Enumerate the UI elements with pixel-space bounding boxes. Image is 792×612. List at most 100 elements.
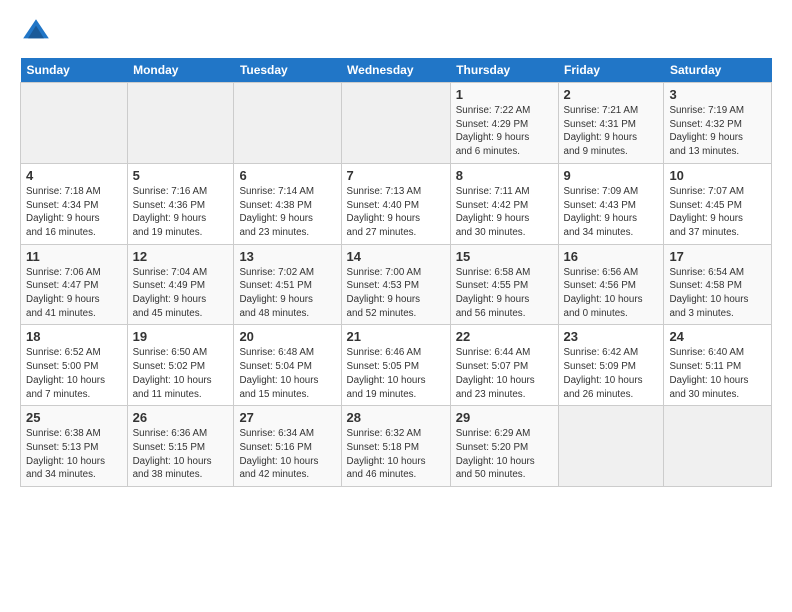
day-number: 3 [669,87,766,102]
day-info: Sunrise: 6:54 AMSunset: 4:58 PMDaylight:… [669,266,766,321]
day-info: Sunrise: 7:02 AMSunset: 4:51 PMDaylight:… [239,266,335,321]
calendar-cell: 16Sunrise: 6:56 AMSunset: 4:56 PMDayligh… [558,244,664,325]
weekday-header-friday: Friday [558,58,664,83]
day-info: Sunrise: 7:16 AMSunset: 4:36 PMDaylight:… [133,185,229,240]
calendar-week-row: 11 Sunrise: 7:06 AMSunset: 4:47 PMDayligh… [21,244,772,325]
calendar-cell: 3 Sunrise: 7:19 AMSunset: 4:32 PMDaylight… [664,83,772,164]
day-info: Sunrise: 6:50 AMSunset: 5:02 PMDaylight:… [133,346,229,401]
day-number: 24 [669,329,766,344]
calendar-cell [558,406,664,487]
logo [20,16,56,48]
logo-icon [20,16,52,48]
calendar-table: SundayMondayTuesdayWednesdayThursdayFrid… [20,58,772,487]
day-number: 21 [347,329,445,344]
day-info: Sunrise: 7:13 AMSunset: 4:40 PMDaylight:… [347,185,445,240]
day-number: 17 [669,249,766,264]
day-number: 26 [133,410,229,425]
day-number: 16 [564,249,659,264]
calendar-cell: 15 Sunrise: 6:58 AMSunset: 4:55 PMDayligh… [450,244,558,325]
calendar-cell [127,83,234,164]
day-number: 15 [456,249,553,264]
calendar-cell: 18Sunrise: 6:52 AMSunset: 5:00 PMDayligh… [21,325,128,406]
day-info: Sunrise: 7:09 AMSunset: 4:43 PMDaylight:… [564,185,659,240]
calendar-cell: 13 Sunrise: 7:02 AMSunset: 4:51 PMDayligh… [234,244,341,325]
calendar-cell: 24 Sunrise: 6:40 AMSunset: 5:11 PMDayligh… [664,325,772,406]
calendar-cell: 20 Sunrise: 6:48 AMSunset: 5:04 PMDayligh… [234,325,341,406]
day-number: 22 [456,329,553,344]
day-number: 6 [239,168,335,183]
calendar-cell: 8 Sunrise: 7:11 AMSunset: 4:42 PMDaylight… [450,163,558,244]
day-info: Sunrise: 6:40 AMSunset: 5:11 PMDaylight:… [669,346,766,401]
day-number: 12 [133,249,229,264]
calendar-week-row: 18Sunrise: 6:52 AMSunset: 5:00 PMDayligh… [21,325,772,406]
day-info: Sunrise: 6:32 AMSunset: 5:18 PMDaylight:… [347,427,445,482]
calendar-cell: 27 Sunrise: 6:34 AMSunset: 5:16 PMDayligh… [234,406,341,487]
day-info: Sunrise: 6:38 AMSunset: 5:13 PMDaylight:… [26,427,122,482]
calendar-cell: 25 Sunrise: 6:38 AMSunset: 5:13 PMDayligh… [21,406,128,487]
day-number: 2 [564,87,659,102]
day-number: 10 [669,168,766,183]
day-number: 20 [239,329,335,344]
day-number: 8 [456,168,553,183]
day-number: 29 [456,410,553,425]
day-info: Sunrise: 7:06 AMSunset: 4:47 PMDaylight:… [26,266,122,321]
calendar-cell [21,83,128,164]
day-info: Sunrise: 7:07 AMSunset: 4:45 PMDaylight:… [669,185,766,240]
weekday-header-tuesday: Tuesday [234,58,341,83]
day-number: 19 [133,329,229,344]
day-info: Sunrise: 7:18 AMSunset: 4:34 PMDaylight:… [26,185,122,240]
day-info: Sunrise: 6:48 AMSunset: 5:04 PMDaylight:… [239,346,335,401]
day-info: Sunrise: 6:34 AMSunset: 5:16 PMDaylight:… [239,427,335,482]
calendar-week-row: 25 Sunrise: 6:38 AMSunset: 5:13 PMDayligh… [21,406,772,487]
calendar-cell: 1 Sunrise: 7:22 AMSunset: 4:29 PMDaylight… [450,83,558,164]
day-info: Sunrise: 6:52 AMSunset: 5:00 PMDaylight:… [26,346,122,401]
calendar-cell: 28 Sunrise: 6:32 AMSunset: 5:18 PMDayligh… [341,406,450,487]
calendar-week-row: 4 Sunrise: 7:18 AMSunset: 4:34 PMDaylight… [21,163,772,244]
day-number: 1 [456,87,553,102]
day-info: Sunrise: 7:22 AMSunset: 4:29 PMDaylight:… [456,104,553,159]
weekday-header-thursday: Thursday [450,58,558,83]
day-number: 9 [564,168,659,183]
day-info: Sunrise: 7:00 AMSunset: 4:53 PMDaylight:… [347,266,445,321]
calendar-cell: 11 Sunrise: 7:06 AMSunset: 4:47 PMDayligh… [21,244,128,325]
day-info: Sunrise: 6:46 AMSunset: 5:05 PMDaylight:… [347,346,445,401]
day-number: 7 [347,168,445,183]
day-info: Sunrise: 6:36 AMSunset: 5:15 PMDaylight:… [133,427,229,482]
calendar-week-row: 1 Sunrise: 7:22 AMSunset: 4:29 PMDaylight… [21,83,772,164]
weekday-header-row: SundayMondayTuesdayWednesdayThursdayFrid… [21,58,772,83]
calendar-cell: 29 Sunrise: 6:29 AMSunset: 5:20 PMDayligh… [450,406,558,487]
calendar-cell: 5 Sunrise: 7:16 AMSunset: 4:36 PMDaylight… [127,163,234,244]
day-number: 13 [239,249,335,264]
weekday-header-wednesday: Wednesday [341,58,450,83]
calendar-cell: 10 Sunrise: 7:07 AMSunset: 4:45 PMDayligh… [664,163,772,244]
day-info: Sunrise: 7:21 AMSunset: 4:31 PMDaylight:… [564,104,659,159]
calendar-cell: 14Sunrise: 7:00 AMSunset: 4:53 PMDayligh… [341,244,450,325]
calendar-cell: 23 Sunrise: 6:42 AMSunset: 5:09 PMDayligh… [558,325,664,406]
calendar-cell: 6 Sunrise: 7:14 AMSunset: 4:38 PMDaylight… [234,163,341,244]
weekday-header-monday: Monday [127,58,234,83]
header [20,16,772,48]
day-number: 23 [564,329,659,344]
day-number: 25 [26,410,122,425]
calendar-cell [234,83,341,164]
day-number: 28 [347,410,445,425]
calendar-cell: 12 Sunrise: 7:04 AMSunset: 4:49 PMDayligh… [127,244,234,325]
weekday-header-sunday: Sunday [21,58,128,83]
day-info: Sunrise: 6:42 AMSunset: 5:09 PMDaylight:… [564,346,659,401]
calendar-cell: 7 Sunrise: 7:13 AMSunset: 4:40 PMDaylight… [341,163,450,244]
calendar-cell [664,406,772,487]
day-info: Sunrise: 6:58 AMSunset: 4:55 PMDaylight:… [456,266,553,321]
calendar-cell: 26 Sunrise: 6:36 AMSunset: 5:15 PMDayligh… [127,406,234,487]
day-number: 4 [26,168,122,183]
day-info: Sunrise: 7:14 AMSunset: 4:38 PMDaylight:… [239,185,335,240]
day-info: Sunrise: 7:11 AMSunset: 4:42 PMDaylight:… [456,185,553,240]
day-info: Sunrise: 6:29 AMSunset: 5:20 PMDaylight:… [456,427,553,482]
day-number: 5 [133,168,229,183]
day-number: 11 [26,249,122,264]
day-number: 27 [239,410,335,425]
calendar-cell: 2 Sunrise: 7:21 AMSunset: 4:31 PMDaylight… [558,83,664,164]
calendar-cell: 21 Sunrise: 6:46 AMSunset: 5:05 PMDayligh… [341,325,450,406]
day-info: Sunrise: 7:19 AMSunset: 4:32 PMDaylight:… [669,104,766,159]
day-info: Sunrise: 7:04 AMSunset: 4:49 PMDaylight:… [133,266,229,321]
calendar-cell: 17 Sunrise: 6:54 AMSunset: 4:58 PMDayligh… [664,244,772,325]
